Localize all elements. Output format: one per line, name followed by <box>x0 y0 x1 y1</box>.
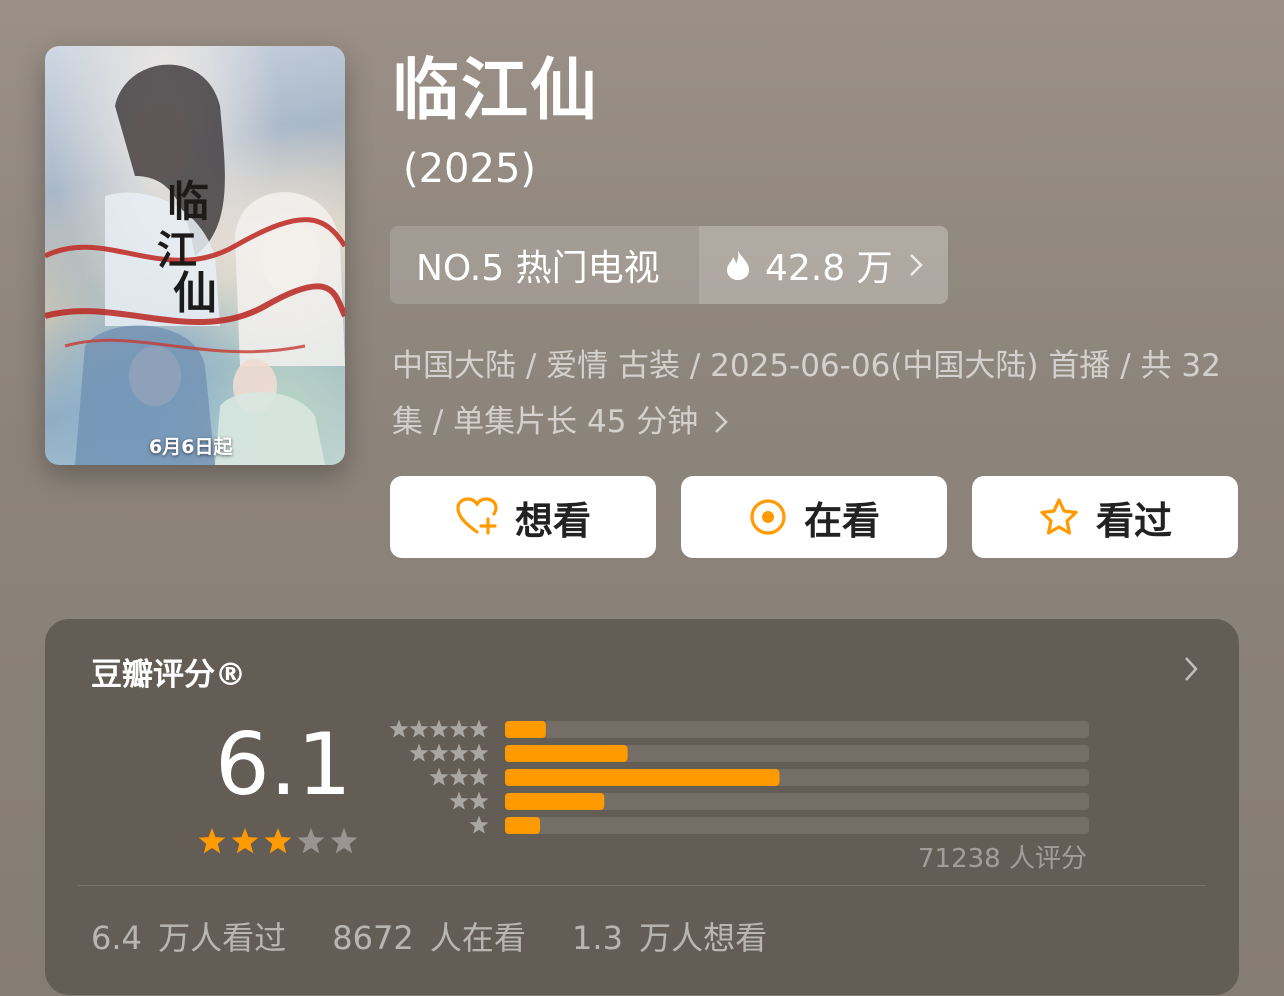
rank-label: NO.5 热门电视 <box>416 248 660 289</box>
distribution-star-icon <box>409 743 429 762</box>
distribution-star-icon <box>449 767 469 786</box>
chevron-right-icon <box>909 254 923 276</box>
star-outline-icon <box>1040 498 1078 535</box>
want-count: 1.3 万人想看 <box>572 919 768 957</box>
target-circle-icon <box>750 499 786 535</box>
distribution-star-icon <box>409 719 429 738</box>
rating-card[interactable]: 豆瓣评分® 6.1 71238 人评分 6.4 万人看过 8672 人在看 1.… <box>45 619 1239 995</box>
distribution-star-icon <box>389 719 409 738</box>
chevron-right-icon[interactable] <box>1183 655 1199 683</box>
rank-pill[interactable]: NO.5 热门电视 42.8 万 <box>390 226 948 304</box>
release-year: (2025) <box>403 146 537 192</box>
poster-date-text: 6月6日起 <box>149 436 233 458</box>
watching-count: 8672 人在看 <box>332 919 526 957</box>
rating-title: 豆瓣评分® <box>91 657 246 693</box>
page-title: 临江仙 <box>392 51 599 129</box>
star-filled-icon <box>231 828 259 854</box>
distribution-star-icon <box>469 791 489 810</box>
distribution-star-icon <box>469 815 489 834</box>
distribution-star-icon <box>429 719 449 738</box>
star-empty-icon <box>297 828 325 854</box>
distribution-bar-3-star <box>505 769 780 786</box>
star-empty-icon <box>330 828 358 854</box>
distribution-bar-2-star <box>505 793 605 810</box>
divider <box>78 885 1206 886</box>
meta-info-text: 中国大陆 / 爱情 古装 / 2025-06-06(中国大陆) 首播 / 共 3… <box>392 348 1221 440</box>
heart-plus-icon <box>456 497 498 535</box>
poster-artwork: 临 江 仙 <box>45 64 345 465</box>
svg-text:仙: 仙 <box>173 268 217 319</box>
flame-icon <box>727 250 749 280</box>
distribution-star-icon <box>429 743 449 762</box>
watching-button[interactable]: 在看 <box>681 476 947 558</box>
distribution-bar-5-star <box>505 721 546 738</box>
want-to-watch-label: 想看 <box>514 498 591 543</box>
distribution-star-icon <box>469 719 489 738</box>
distribution-star-icon <box>429 767 449 786</box>
rating-count: 71238 人评分 <box>918 844 1087 874</box>
rating-score: 6.1 <box>215 715 352 815</box>
star-filled-icon <box>198 828 226 854</box>
watched-button[interactable]: 看过 <box>972 476 1238 558</box>
distribution-bar-4-star <box>505 745 628 762</box>
distribution-star-icon <box>469 767 489 786</box>
distribution-star-icon <box>449 719 469 738</box>
meta-info[interactable]: 中国大陆 / 爱情 古装 / 2025-06-06(中国大陆) 首播 / 共 3… <box>392 338 1232 450</box>
star-filled-icon <box>264 828 292 854</box>
heat-section[interactable]: 42.8 万 <box>699 226 948 304</box>
watching-label: 在看 <box>803 498 880 543</box>
want-to-watch-button[interactable]: 想看 <box>390 476 656 558</box>
distribution-track <box>505 817 1089 834</box>
watched-count: 6.4 万人看过 <box>91 919 287 957</box>
heat-value: 42.8 万 <box>765 248 893 289</box>
distribution-track <box>505 721 1089 738</box>
score-stars <box>198 828 358 854</box>
svg-text:江: 江 <box>157 227 197 274</box>
distribution-star-icon <box>449 791 469 810</box>
watched-label: 看过 <box>1095 498 1172 543</box>
distribution-star-icon <box>449 743 469 762</box>
svg-text:临: 临 <box>167 177 209 226</box>
watch-stats: 6.4 万人看过 8672 人在看 1.3 万人想看 <box>91 913 797 959</box>
rating-distribution <box>389 719 1089 834</box>
chevron-right-icon <box>715 411 728 433</box>
distribution-bar-1-star <box>505 817 541 834</box>
poster-image[interactable]: 临 江 仙 6月6日起 <box>45 46 345 465</box>
distribution-star-icon <box>469 743 489 762</box>
